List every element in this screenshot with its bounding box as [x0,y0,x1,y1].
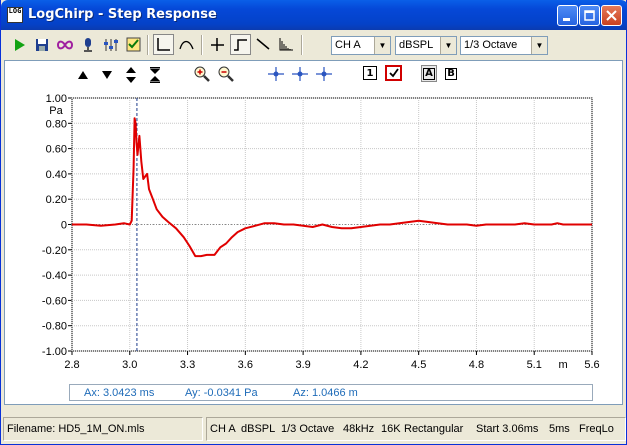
x-tick-label: 3.6 [238,359,253,371]
cursor-readout: Ax: 3.0423 ms Ay: -0.0341 Pa Az: 1.0466 … [69,384,593,401]
status-smoothing: 1/3 Octave [281,423,335,435]
app-window: LOG LogChirp - Step Response CH A ▼ dBSP… [0,0,627,445]
x-tick-label: 3.0 [122,359,137,371]
x-tick-label: 4.2 [353,359,368,371]
y-tick-label: 0.60 [46,144,67,156]
x-tick-label: 3.3 [180,359,195,371]
x-axis-unit: m [559,359,568,371]
status-length: 16K [381,423,401,435]
y-tick-label: -0.80 [42,321,67,333]
status-channel: CH A [210,423,236,435]
status-filename-text: Filename: HD5_1M_ON.mls [7,423,145,435]
x-tick-label: 5.6 [584,359,599,371]
y-tick-label: -0.40 [42,270,67,282]
y-tick-label: 0.20 [46,194,67,206]
y-tick-label: 0.80 [46,118,67,130]
y-tick-label: 1.00 [46,93,67,105]
status-rate: 48kHz [343,423,375,435]
status-filename: Filename: HD5_1M_ON.mls [3,417,203,441]
status-window: Rectangular [404,423,464,435]
y-tick-label: 0 [61,220,67,232]
y-axis-unit: Pa [49,105,63,117]
readout-ay: Ay: -0.0341 Pa [185,387,258,399]
status-width: 5ms [549,423,570,435]
y-tick-label: 0.40 [46,169,67,181]
readout-ax: Ax: 3.0423 ms [84,387,155,399]
x-tick-label: 5.1 [527,359,542,371]
x-tick-label: 3.9 [295,359,310,371]
y-tick-label: -0.20 [42,245,67,257]
x-tick-label: 4.5 [411,359,426,371]
readout-az: Az: 1.0466 m [293,387,358,399]
status-freq: FreqLo [579,423,614,435]
status-settings: CH A dBSPL 1/3 Octave 48kHz 16K Rectangu… [206,417,626,441]
step-response-chart[interactable]: 1.00 0.80 0.60 0.40 0.20 0 -0.20 -0.40 -0.60 -0.8… [1,0,627,445]
x-tick-label: 2.8 [64,359,79,371]
y-tick-label: -1.00 [42,346,67,358]
x-tick-label: 4.8 [469,359,484,371]
status-bar: Filename: HD5_1M_ON.mls CH A dBSPL 1/3 O… [1,414,627,444]
status-units: dBSPL [241,423,276,435]
y-tick-label: -0.60 [42,295,67,307]
status-start: Start 3.06ms [476,423,539,435]
